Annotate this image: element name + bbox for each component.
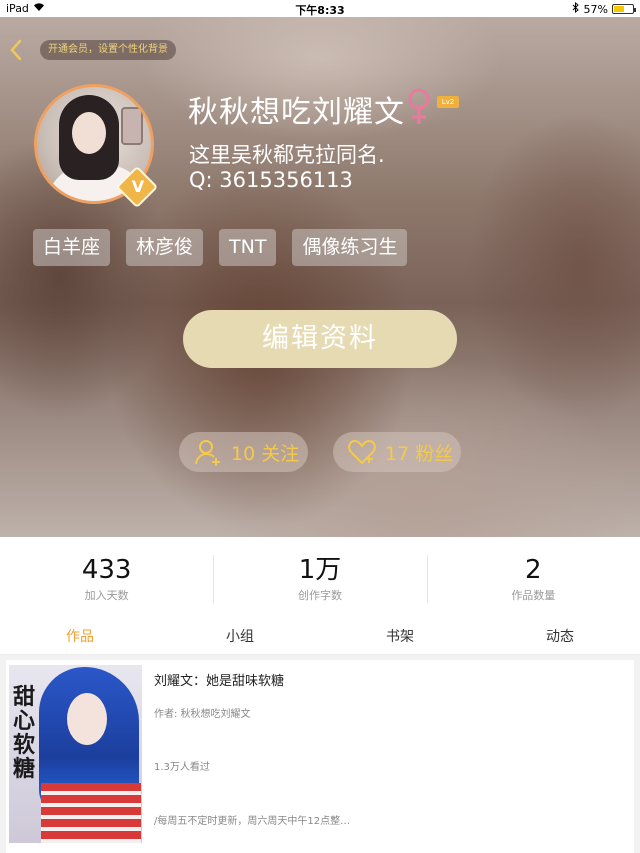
level-badge: Lv2 <box>437 96 459 108</box>
tab-works[interactable]: 作品 <box>0 619 160 654</box>
tab-activity[interactable]: 动态 <box>480 619 640 654</box>
profile-header: 开通会员，设置个性化背景 V 秋秋想吃刘耀文 Lv2 这里吴秋郗克拉同名. Q:… <box>0 17 640 537</box>
stats-bar: 433 加入天数 1万 创作字数 2 作品数量 <box>0 537 640 619</box>
back-button[interactable] <box>8 39 26 61</box>
stat-value: 1万 <box>298 555 342 585</box>
book-cover[interactable]: 甜心软糖 <box>9 665 142 843</box>
vip-badge-letter: V <box>131 177 145 196</box>
stat-value: 433 <box>81 555 132 585</box>
work-list-item[interactable]: 甜心软糖 刘耀文：她是甜味软糖 作者: 秋秋想吃刘耀文 1.3万人看过 /每周五… <box>6 660 634 853</box>
tag-list: 白羊座 林彦俊 TNT 偶像练习生 <box>33 229 408 266</box>
vip-background-prompt[interactable]: 开通会员，设置个性化背景 <box>40 40 176 60</box>
book-author: 作者: 秋秋想吃刘耀文 <box>154 709 251 720</box>
profile-tabs: 作品 小组 书架 动态 <box>0 619 640 655</box>
fans-button[interactable]: 17 粉丝 <box>333 432 461 472</box>
cover-title: 甜心软糖 <box>13 684 36 782</box>
stat-works-count: 2 作品数量 <box>426 537 640 619</box>
stat-days-joined: 433 加入天数 <box>0 537 213 619</box>
female-symbol-icon <box>408 88 430 124</box>
book-title: 刘耀文：她是甜味软糖 <box>154 674 285 689</box>
following-button[interactable]: 10 关注 <box>179 432 308 472</box>
tag-item[interactable]: 林彦俊 <box>126 229 204 266</box>
stat-label: 加入天数 <box>84 589 129 602</box>
fans-label: 17 粉丝 <box>385 442 454 465</box>
battery-percent: 57% <box>583 2 608 16</box>
tag-item[interactable]: TNT <box>219 229 277 266</box>
stat-label: 作品数量 <box>511 589 556 602</box>
add-user-icon <box>195 440 220 466</box>
stat-word-count: 1万 创作字数 <box>213 537 426 619</box>
bio-line-1: 这里吴秋郗克拉同名. <box>189 143 385 167</box>
bio-line-2: Q: 3615356113 <box>189 168 353 192</box>
chevron-left-icon <box>10 39 22 61</box>
user-name: 秋秋想吃刘耀文 <box>188 95 405 130</box>
edit-profile-button[interactable]: 编辑资料 <box>183 310 457 368</box>
tag-item[interactable]: 白羊座 <box>33 229 111 266</box>
status-time: 下午8:33 <box>295 4 345 17</box>
following-label: 10 关注 <box>231 442 300 465</box>
tag-item[interactable]: 偶像练习生 <box>292 229 408 266</box>
battery-icon <box>612 4 636 14</box>
book-views: 1.3万人看过 <box>154 762 210 773</box>
stat-value: 2 <box>525 555 542 585</box>
status-bar: iPad 下午8:33 57% <box>0 0 640 17</box>
bluetooth-icon <box>572 1 580 16</box>
heart-plus-icon <box>348 439 376 465</box>
book-update-note: /每周五不定时更新，周六周天中午12点整… <box>154 816 351 827</box>
tab-bookshelf[interactable]: 书架 <box>320 619 480 654</box>
tab-groups[interactable]: 小组 <box>160 619 320 654</box>
stat-label: 创作字数 <box>297 589 342 602</box>
status-right: 57% <box>572 1 636 16</box>
